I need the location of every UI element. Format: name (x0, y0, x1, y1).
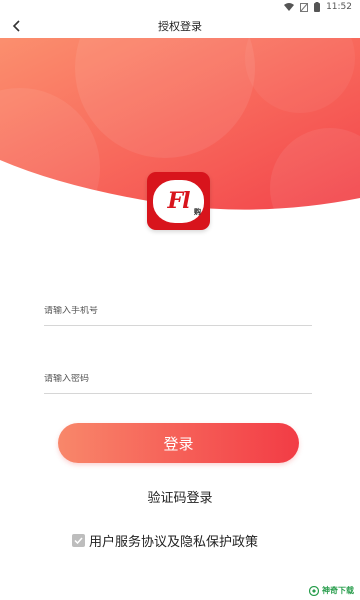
logo-text: Fl (167, 188, 191, 214)
page-title: 授权登录 (158, 20, 202, 33)
code-login-link[interactable]: 验证码登录 (0, 487, 360, 506)
watermark: 神奇下载 (309, 585, 354, 596)
agreement-checkbox[interactable] (72, 533, 85, 547)
watermark-text: 神奇下载 (322, 586, 354, 595)
password-input[interactable] (44, 373, 312, 384)
agreement-row: 用户服务协议及隐私保护政策 (72, 530, 258, 550)
checkmark-icon (74, 536, 83, 544)
password-field (44, 364, 312, 394)
phone-field (44, 296, 312, 326)
wifi-icon (284, 3, 295, 11)
login-button[interactable]: 登录 (58, 423, 299, 463)
status-bar: 11:52 (0, 0, 360, 14)
app-bar: 授权登录 (0, 14, 360, 38)
logo-badge: Fl 购 (153, 179, 204, 223)
back-button[interactable] (6, 16, 26, 36)
sim-icon (300, 2, 309, 12)
logo-sub-text: 购 (194, 207, 201, 216)
agreement-link[interactable]: 用户服务协议及隐私保护政策 (89, 531, 258, 550)
watermark-logo-icon (309, 585, 319, 596)
app-logo: Fl 购 (147, 172, 210, 230)
status-time: 11:52 (326, 2, 352, 12)
phone-input[interactable] (44, 305, 312, 316)
battery-icon (314, 2, 321, 12)
back-arrow-icon (12, 20, 20, 32)
